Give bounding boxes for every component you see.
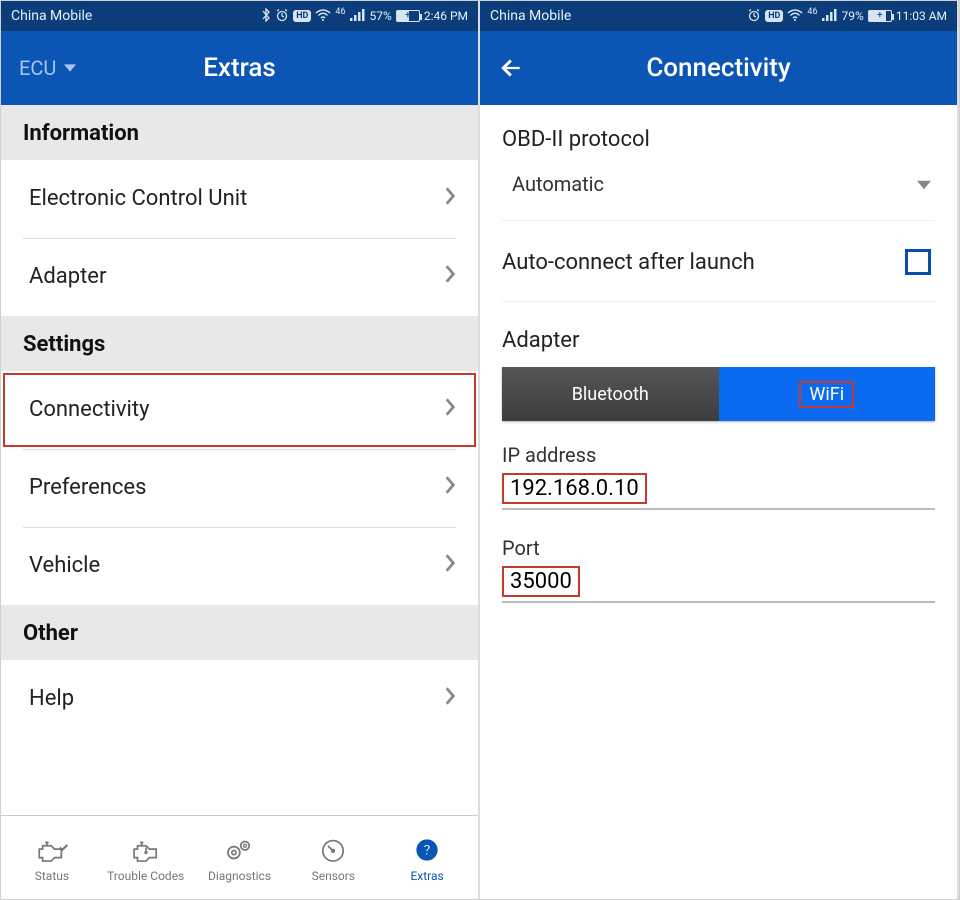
row-label: Adapter [29,264,106,289]
row-preferences[interactable]: Preferences [1,449,478,527]
hd-badge-icon: HD [765,10,783,22]
section-header-other: Other [1,605,478,660]
status-bar: China Mobile HD 46 57% + 2:46 PM [1,1,478,31]
clock: 11:03 AM [896,9,947,23]
chevron-right-icon [444,397,456,423]
chevron-right-icon [444,475,456,501]
connectivity-screen: China Mobile HD 46 79% + 11:03 AM Connec… [480,1,959,899]
row-vehicle[interactable]: Vehicle [1,527,478,605]
wifi-icon [315,9,331,23]
chevron-right-icon [444,686,456,712]
protocol-dropdown[interactable]: Automatic [502,162,935,221]
adapter-segmented: Bluetooth WiFi [502,367,935,421]
row-ecu[interactable]: Electronic Control Unit [1,160,478,238]
autoconnect-label: Auto-connect after launch [502,250,755,275]
extras-list[interactable]: Information Electronic Control Unit Adap… [1,105,478,815]
row-label: Vehicle [29,553,100,578]
back-button[interactable] [498,55,524,81]
segment-label: Bluetooth [572,384,649,405]
screen-title: Connectivity [480,53,957,83]
chevron-right-icon [444,186,456,212]
arrow-left-icon [498,55,524,81]
segment-wifi[interactable]: WiFi [719,367,936,421]
segment-label: WiFi [799,381,854,408]
adapter-label: Adapter [502,328,935,353]
battery-icon: + [868,10,892,22]
row-connectivity[interactable]: Connectivity [1,371,478,449]
nav-label: Trouble Codes [107,869,184,883]
battery-icon: + [396,10,420,22]
clock: 2:46 PM [424,9,468,23]
section-header-settings: Settings [1,316,478,371]
nav-trouble-codes[interactable]: Trouble Codes [99,835,193,883]
row-adapter-info[interactable]: Adapter [1,238,478,316]
nav-sensors[interactable]: Sensors [286,835,380,883]
engine-check-icon [35,835,69,865]
hd-badge-icon: HD [293,10,311,22]
bottom-nav: Status Trouble Codes Diagnostics Sensors… [1,815,478,899]
app-bar: ECU Extras [1,31,478,105]
battery-pct: 57% [370,9,392,23]
ip-field: IP address 192.168.0.10 [502,443,935,510]
port-input[interactable]: 35000 [502,566,580,597]
row-label: Electronic Control Unit [29,186,247,211]
chevron-right-icon [444,553,456,579]
svg-text:?: ? [423,842,430,859]
battery-pct: 79% [842,9,864,23]
nav-label: Sensors [312,869,355,883]
autoconnect-row[interactable]: Auto-connect after launch [502,241,935,302]
bluetooth-icon [261,8,271,24]
ecu-dropdown[interactable]: ECU [19,56,76,80]
extras-screen: China Mobile HD 46 57% + 2:46 PM ECU [1,1,480,899]
carrier-label: China Mobile [490,8,571,24]
status-bar: China Mobile HD 46 79% + 11:03 AM [480,1,957,31]
gauge-icon [316,835,350,865]
autoconnect-checkbox[interactable] [905,249,931,275]
carrier-label: China Mobile [11,8,92,24]
gears-icon [222,835,256,865]
ip-input[interactable]: 192.168.0.10 [502,473,647,504]
network-type-label: 46 [335,7,345,17]
wifi-icon [787,9,803,23]
row-label: Help [29,686,74,711]
alarm-icon [747,8,761,24]
app-bar: Connectivity [480,31,957,105]
nav-extras[interactable]: ? Extras [380,835,474,883]
port-label: Port [502,536,935,560]
chevron-right-icon [444,264,456,290]
alarm-icon [275,8,289,24]
ecu-label: ECU [19,56,56,80]
question-circle-icon: ? [410,835,444,865]
nav-label: Diagnostics [208,869,271,883]
segment-bluetooth[interactable]: Bluetooth [502,367,719,421]
nav-status[interactable]: Status [5,835,99,883]
row-label: Preferences [29,475,146,500]
dropdown-arrow-icon [917,175,931,194]
signal-icon [350,9,366,23]
connectivity-form: OBD-II protocol Automatic Auto-connect a… [480,105,957,899]
section-header-information: Information [1,105,478,160]
dropdown-arrow-icon [64,62,76,74]
network-type-label: 46 [807,7,817,17]
signal-icon [822,9,838,23]
ip-label: IP address [502,443,935,467]
row-help[interactable]: Help [1,660,478,738]
nav-label: Extras [410,869,443,883]
engine-warn-icon [129,835,163,865]
protocol-label: OBD-II protocol [502,127,935,152]
nav-diagnostics[interactable]: Diagnostics [193,835,287,883]
nav-label: Status [35,869,69,883]
port-field: Port 35000 [502,536,935,603]
protocol-value: Automatic [512,172,604,196]
row-label: Connectivity [29,397,150,422]
